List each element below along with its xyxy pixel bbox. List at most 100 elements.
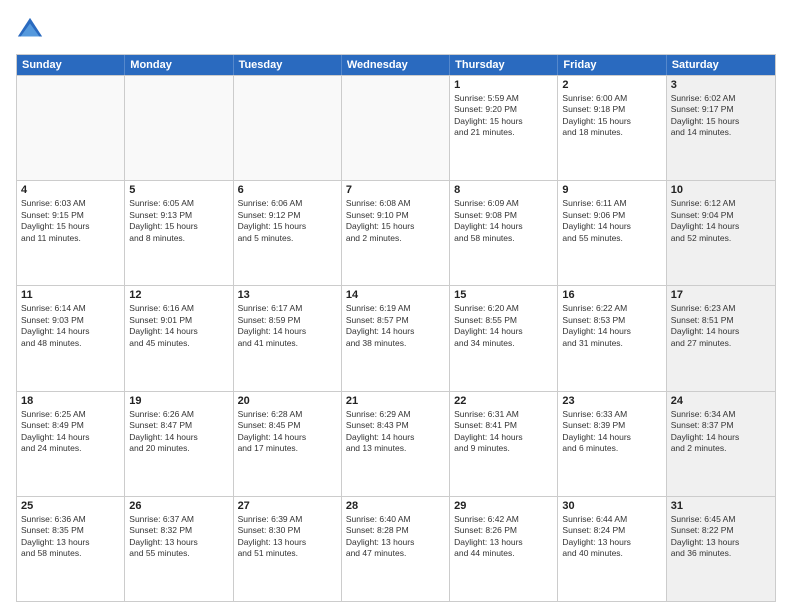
cal-cell: 5 Sunrise: 6:05 AM Sunset: 9:13 PM Daylig… [125, 181, 233, 285]
day-number: 19 [129, 395, 228, 407]
header-cell-monday: Monday [125, 55, 233, 75]
day-number: 3 [671, 79, 771, 91]
page: SundayMondayTuesdayWednesdayThursdayFrid… [0, 0, 792, 612]
cal-cell: 8 Sunrise: 6:09 AM Sunset: 9:08 PM Daylig… [450, 181, 558, 285]
cell-info: Sunrise: 6:37 AM Sunset: 8:32 PM Dayligh… [129, 514, 228, 560]
cell-info: Sunrise: 6:17 AM Sunset: 8:59 PM Dayligh… [238, 303, 337, 349]
day-number: 8 [454, 184, 553, 196]
day-number: 5 [129, 184, 228, 196]
header-cell-wednesday: Wednesday [342, 55, 450, 75]
day-number: 31 [671, 500, 771, 512]
day-number: 16 [562, 289, 661, 301]
day-number: 4 [21, 184, 120, 196]
cell-info: Sunrise: 6:44 AM Sunset: 8:24 PM Dayligh… [562, 514, 661, 560]
day-number: 29 [454, 500, 553, 512]
cal-cell: 14 Sunrise: 6:19 AM Sunset: 8:57 PM Dayli… [342, 286, 450, 390]
cell-info: Sunrise: 6:09 AM Sunset: 9:08 PM Dayligh… [454, 198, 553, 244]
cell-info: Sunrise: 6:00 AM Sunset: 9:18 PM Dayligh… [562, 93, 661, 139]
cal-cell: 13 Sunrise: 6:17 AM Sunset: 8:59 PM Dayli… [234, 286, 342, 390]
cal-cell: 20 Sunrise: 6:28 AM Sunset: 8:45 PM Dayli… [234, 392, 342, 496]
cal-cell: 2 Sunrise: 6:00 AM Sunset: 9:18 PM Daylig… [558, 76, 666, 180]
cal-cell: 19 Sunrise: 6:26 AM Sunset: 8:47 PM Dayli… [125, 392, 233, 496]
cell-info: Sunrise: 6:14 AM Sunset: 9:03 PM Dayligh… [21, 303, 120, 349]
cell-info: Sunrise: 6:12 AM Sunset: 9:04 PM Dayligh… [671, 198, 771, 244]
calendar: SundayMondayTuesdayWednesdayThursdayFrid… [16, 54, 776, 602]
cal-cell [125, 76, 233, 180]
cal-cell: 12 Sunrise: 6:16 AM Sunset: 9:01 PM Dayli… [125, 286, 233, 390]
day-number: 25 [21, 500, 120, 512]
cal-cell [234, 76, 342, 180]
cal-cell: 29Sunrise: 6:42 AM Sunset: 8:26 PM Dayli… [450, 497, 558, 601]
cal-cell: 23 Sunrise: 6:33 AM Sunset: 8:39 PM Dayli… [558, 392, 666, 496]
logo-icon [16, 16, 44, 44]
cal-cell: 11Sunrise: 6:14 AM Sunset: 9:03 PM Dayli… [17, 286, 125, 390]
cal-cell: 26Sunrise: 6:37 AM Sunset: 8:32 PM Dayli… [125, 497, 233, 601]
day-number: 18 [21, 395, 120, 407]
cell-info: Sunrise: 6:05 AM Sunset: 9:13 PM Dayligh… [129, 198, 228, 244]
cell-info: Sunrise: 6:28 AM Sunset: 8:45 PM Dayligh… [238, 409, 337, 455]
cell-info: Sunrise: 6:34 AM Sunset: 8:37 PM Dayligh… [671, 409, 771, 455]
calendar-row-2: 11Sunrise: 6:14 AM Sunset: 9:03 PM Dayli… [17, 285, 775, 390]
cell-info: Sunrise: 6:45 AM Sunset: 8:22 PM Dayligh… [671, 514, 771, 560]
day-number: 15 [454, 289, 553, 301]
cell-info: Sunrise: 6:11 AM Sunset: 9:06 PM Dayligh… [562, 198, 661, 244]
day-number: 13 [238, 289, 337, 301]
cal-cell: 21 Sunrise: 6:29 AM Sunset: 8:43 PM Dayli… [342, 392, 450, 496]
day-number: 1 [454, 79, 553, 91]
cell-info: Sunrise: 6:02 AM Sunset: 9:17 PM Dayligh… [671, 93, 771, 139]
day-number: 2 [562, 79, 661, 91]
cell-info: Sunrise: 6:29 AM Sunset: 8:43 PM Dayligh… [346, 409, 445, 455]
header-cell-thursday: Thursday [450, 55, 558, 75]
cal-cell: 18 Sunrise: 6:25 AM Sunset: 8:49 PM Dayli… [17, 392, 125, 496]
day-number: 24 [671, 395, 771, 407]
cal-cell: 6 Sunrise: 6:06 AM Sunset: 9:12 PM Daylig… [234, 181, 342, 285]
calendar-row-0: 1 Sunrise: 5:59 AM Sunset: 9:20 PM Daylig… [17, 75, 775, 180]
calendar-body: 1 Sunrise: 5:59 AM Sunset: 9:20 PM Daylig… [17, 75, 775, 601]
day-number: 27 [238, 500, 337, 512]
cell-info: Sunrise: 6:36 AM Sunset: 8:35 PM Dayligh… [21, 514, 120, 560]
calendar-row-1: 4 Sunrise: 6:03 AM Sunset: 9:15 PM Daylig… [17, 180, 775, 285]
header-cell-friday: Friday [558, 55, 666, 75]
day-number: 23 [562, 395, 661, 407]
cell-info: Sunrise: 6:16 AM Sunset: 9:01 PM Dayligh… [129, 303, 228, 349]
day-number: 7 [346, 184, 445, 196]
day-number: 12 [129, 289, 228, 301]
cell-info: Sunrise: 6:22 AM Sunset: 8:53 PM Dayligh… [562, 303, 661, 349]
cell-info: Sunrise: 6:40 AM Sunset: 8:28 PM Dayligh… [346, 514, 445, 560]
header-cell-sunday: Sunday [17, 55, 125, 75]
day-number: 10 [671, 184, 771, 196]
cell-info: Sunrise: 6:20 AM Sunset: 8:55 PM Dayligh… [454, 303, 553, 349]
cal-cell: 24 Sunrise: 6:34 AM Sunset: 8:37 PM Dayli… [667, 392, 775, 496]
cell-info: Sunrise: 6:06 AM Sunset: 9:12 PM Dayligh… [238, 198, 337, 244]
cal-cell: 4 Sunrise: 6:03 AM Sunset: 9:15 PM Daylig… [17, 181, 125, 285]
header-cell-tuesday: Tuesday [234, 55, 342, 75]
cell-info: Sunrise: 6:31 AM Sunset: 8:41 PM Dayligh… [454, 409, 553, 455]
cal-cell: 27 Sunrise: 6:39 AM Sunset: 8:30 PM Dayli… [234, 497, 342, 601]
cal-cell: 9 Sunrise: 6:11 AM Sunset: 9:06 PM Daylig… [558, 181, 666, 285]
day-number: 28 [346, 500, 445, 512]
header [16, 16, 776, 44]
day-number: 14 [346, 289, 445, 301]
cell-info: Sunrise: 6:33 AM Sunset: 8:39 PM Dayligh… [562, 409, 661, 455]
day-number: 22 [454, 395, 553, 407]
cell-info: Sunrise: 6:03 AM Sunset: 9:15 PM Dayligh… [21, 198, 120, 244]
calendar-header: SundayMondayTuesdayWednesdayThursdayFrid… [17, 55, 775, 75]
cell-info: Sunrise: 6:23 AM Sunset: 8:51 PM Dayligh… [671, 303, 771, 349]
cell-info: Sunrise: 6:26 AM Sunset: 8:47 PM Dayligh… [129, 409, 228, 455]
cal-cell: 30 Sunrise: 6:44 AM Sunset: 8:24 PM Dayli… [558, 497, 666, 601]
cell-info: Sunrise: 6:25 AM Sunset: 8:49 PM Dayligh… [21, 409, 120, 455]
cell-info: Sunrise: 6:19 AM Sunset: 8:57 PM Dayligh… [346, 303, 445, 349]
cal-cell: 17 Sunrise: 6:23 AM Sunset: 8:51 PM Dayli… [667, 286, 775, 390]
day-number: 20 [238, 395, 337, 407]
day-number: 17 [671, 289, 771, 301]
calendar-row-3: 18 Sunrise: 6:25 AM Sunset: 8:49 PM Dayli… [17, 391, 775, 496]
calendar-row-4: 25 Sunrise: 6:36 AM Sunset: 8:35 PM Dayli… [17, 496, 775, 601]
day-number: 9 [562, 184, 661, 196]
cell-info: Sunrise: 5:59 AM Sunset: 9:20 PM Dayligh… [454, 93, 553, 139]
day-number: 6 [238, 184, 337, 196]
day-number: 30 [562, 500, 661, 512]
cal-cell: 7Sunrise: 6:08 AM Sunset: 9:10 PM Daylig… [342, 181, 450, 285]
cal-cell: 10 Sunrise: 6:12 AM Sunset: 9:04 PM Dayli… [667, 181, 775, 285]
day-number: 21 [346, 395, 445, 407]
cell-info: Sunrise: 6:39 AM Sunset: 8:30 PM Dayligh… [238, 514, 337, 560]
